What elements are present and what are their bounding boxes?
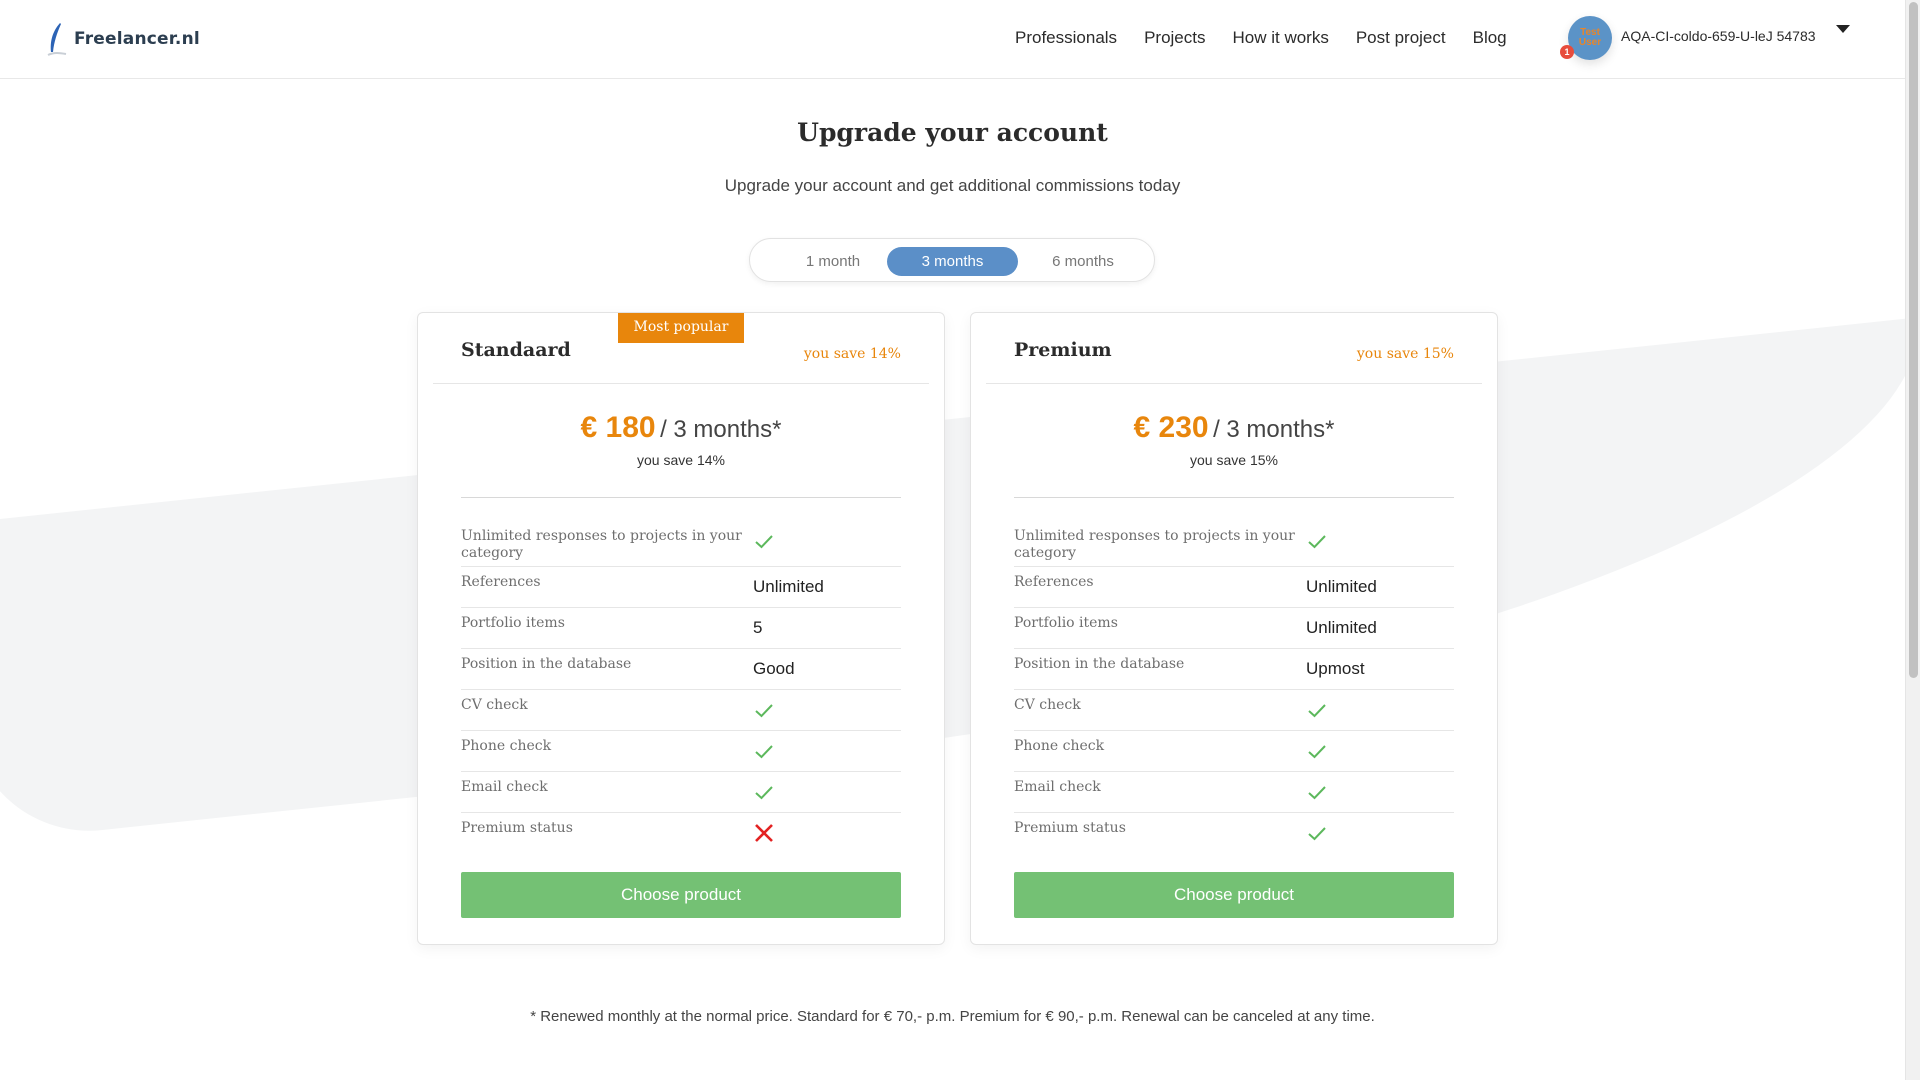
feature-list: Unlimited responses to projects in your …: [1014, 521, 1454, 854]
plan-card-standaard: Most popular Standaard you save 14% € 18…: [417, 312, 945, 945]
feature-label: Phone check: [1014, 738, 1105, 754]
nav-how-it-works[interactable]: How it works: [1232, 28, 1328, 48]
check-icon: [1308, 786, 1326, 800]
feature-label: Email check: [461, 779, 548, 795]
plan-card-premium: Premium you save 15% € 230 / 3 months* y…: [970, 312, 1498, 945]
feature-label: Email check: [1014, 779, 1101, 795]
nav-post-project[interactable]: Post project: [1356, 28, 1446, 48]
plan-save-label: you save 15%: [1356, 346, 1454, 362]
feature-label: Premium status: [461, 820, 573, 836]
feature-row: Portfolio items Unlimited: [1014, 608, 1454, 649]
caret-down-icon[interactable]: [1836, 25, 1850, 33]
check-icon: [1308, 745, 1326, 759]
user-name[interactable]: AQA-CI-coldo-659-U-leJ 54783: [1621, 28, 1816, 44]
most-popular-badge: Most popular: [618, 313, 744, 343]
feature-label: References: [1014, 574, 1094, 590]
divider: [986, 383, 1482, 384]
feature-label: CV check: [461, 697, 528, 713]
feature-row: CV check: [1014, 690, 1454, 731]
divider: [433, 383, 929, 384]
price-save-text: you save 15%: [1190, 452, 1278, 468]
feature-label: Portfolio items: [1014, 615, 1118, 631]
feature-row: Unlimited responses to projects in your …: [461, 521, 901, 567]
feature-label: Premium status: [1014, 820, 1126, 836]
feature-value: 5: [753, 618, 763, 637]
feature-row: References Unlimited: [1014, 567, 1454, 608]
feature-row: Unlimited responses to projects in your …: [1014, 521, 1454, 567]
check-icon: [755, 535, 773, 549]
page-title: Upgrade your account: [797, 118, 1108, 147]
check-icon: [755, 704, 773, 718]
divider: [461, 497, 901, 498]
feather-logo-icon: [47, 23, 67, 56]
site-header: Freelancer.nl Professionals Projects How…: [0, 0, 1905, 79]
page-scrollbar[interactable]: [1905, 0, 1920, 1080]
logo-text: Freelancer.nl: [74, 29, 200, 49]
period-6-months[interactable]: 6 months: [1018, 247, 1148, 276]
plan-period: / 3 months*: [660, 416, 782, 443]
feature-row: Premium status: [461, 813, 901, 854]
plan-price: € 230: [1133, 411, 1209, 444]
page-subtitle: Upgrade your account and get additional …: [724, 176, 1181, 195]
feature-label: Unlimited responses to projects in your …: [1014, 528, 1295, 561]
feature-row: Position in the database Upmost: [1014, 649, 1454, 690]
plan-price: € 180: [580, 411, 656, 444]
feature-value: Unlimited: [1306, 618, 1377, 637]
avatar-text-line2: User: [1578, 37, 1602, 48]
check-icon: [755, 745, 773, 759]
feature-label: Position in the database: [461, 656, 632, 672]
feature-row: Email check: [461, 772, 901, 813]
notification-badge[interactable]: 1: [1560, 45, 1574, 59]
check-icon: [1308, 704, 1326, 718]
price-save-text: you save 14%: [637, 452, 725, 468]
price-line: € 230 / 3 months*: [971, 411, 1497, 445]
feature-label: Unlimited responses to projects in your …: [461, 528, 742, 561]
main-nav: Professionals Projects How it works Post…: [1015, 28, 1534, 48]
feature-row: CV check: [461, 690, 901, 731]
feature-value: Unlimited: [753, 577, 824, 596]
check-icon: [1308, 827, 1326, 841]
feature-list: Unlimited responses to projects in your …: [461, 521, 901, 854]
feature-label: Portfolio items: [461, 615, 565, 631]
feature-value: Unlimited: [1306, 577, 1377, 596]
scrollbar-thumb[interactable]: [1909, 2, 1918, 678]
feature-row: Portfolio items 5: [461, 608, 901, 649]
plan-period: / 3 months*: [1213, 416, 1335, 443]
feature-label: References: [461, 574, 541, 590]
feature-label: CV check: [1014, 697, 1081, 713]
check-icon: [755, 786, 773, 800]
divider: [1014, 497, 1454, 498]
period-toggle: 1 month 3 months 6 months: [749, 238, 1155, 282]
logo[interactable]: Freelancer.nl: [46, 22, 200, 56]
price-line: € 180 / 3 months*: [418, 411, 944, 445]
choose-product-button[interactable]: Choose product: [461, 872, 901, 918]
nav-professionals[interactable]: Professionals: [1015, 28, 1117, 48]
feature-row: Phone check: [1014, 731, 1454, 772]
choose-product-button[interactable]: Choose product: [1014, 872, 1454, 918]
footnote: * Renewed monthly at the normal price. S…: [530, 1008, 1375, 1025]
nav-projects[interactable]: Projects: [1144, 28, 1205, 48]
feature-value: Good: [753, 659, 795, 678]
feature-row: References Unlimited: [461, 567, 901, 608]
feature-value: Upmost: [1306, 659, 1365, 678]
period-3-months[interactable]: 3 months: [887, 247, 1018, 276]
feature-row: Position in the database Good: [461, 649, 901, 690]
user-menu[interactable]: Test User 1 AQA-CI-coldo-659-U-leJ 54783: [1560, 16, 1850, 60]
check-icon: [1308, 535, 1326, 549]
plan-name: Standaard: [461, 339, 571, 361]
plan-name: Premium: [1014, 339, 1112, 361]
nav-blog[interactable]: Blog: [1473, 28, 1507, 48]
feature-row: Premium status: [1014, 813, 1454, 854]
feature-row: Email check: [1014, 772, 1454, 813]
feature-label: Position in the database: [1014, 656, 1185, 672]
period-1-month[interactable]: 1 month: [770, 247, 896, 276]
feature-label: Phone check: [461, 738, 552, 754]
cross-icon: [755, 824, 773, 842]
plan-save-label: you save 14%: [803, 346, 901, 362]
feature-row: Phone check: [461, 731, 901, 772]
avatar[interactable]: Test User 1: [1560, 16, 1612, 60]
